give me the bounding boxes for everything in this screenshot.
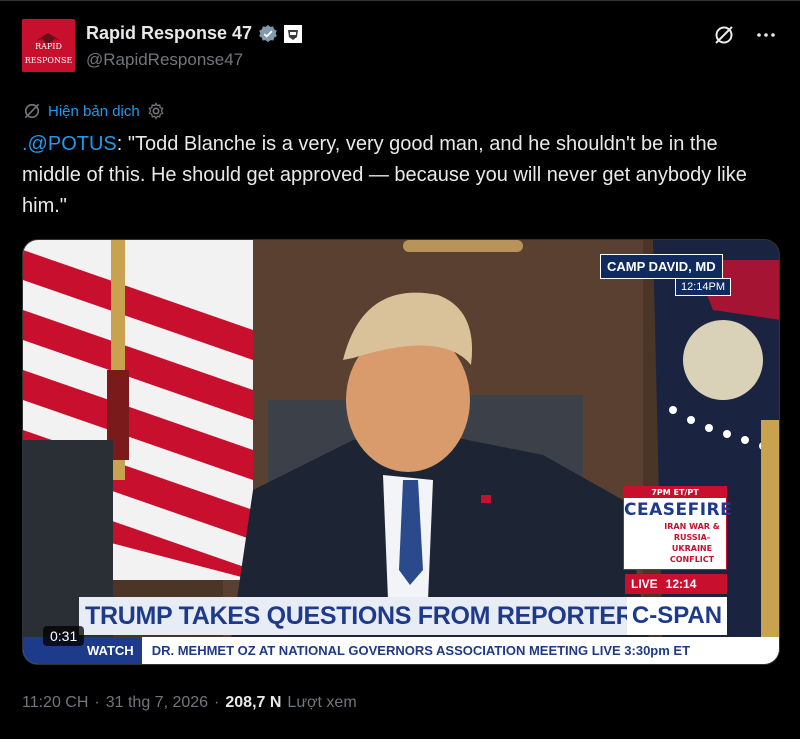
video-player[interactable]: CAMP DAVID, MD 12:14PM 7PM ET/PT CEASEFI… (22, 239, 780, 665)
translate-row: Hiện bản dịch (22, 101, 166, 121)
post-time[interactable]: 11:20 CH (22, 694, 88, 712)
author-name-row: Rapid Response 47 (86, 23, 303, 44)
views-count: 208,7 N (225, 694, 282, 711)
ticker-text: DR. MEHMET OZ AT NATIONAL GOVERNORS ASSO… (151, 643, 691, 658)
network-logo: C-SPAN (627, 597, 727, 635)
more-options-icon[interactable] (754, 23, 778, 47)
translate-icon (24, 103, 40, 119)
live-indicator: LIVE 12:14 (625, 574, 727, 594)
avatar[interactable]: RAPID RESPONSE (22, 19, 75, 72)
views-label: Lượt xem (287, 694, 357, 711)
time-badge: 12:14PM (675, 278, 732, 296)
verified-badge-icon[interactable] (258, 24, 278, 44)
post-text: .@POTUS: "Todd Blanche is a very, very g… (22, 129, 782, 222)
video-duration: 0:31 (43, 626, 85, 646)
author-handle[interactable]: @RapidResponse47 (86, 50, 243, 70)
header-actions (712, 23, 778, 47)
author-display-name[interactable]: Rapid Response 47 (86, 23, 252, 44)
ceasefire-title: CEASEFIRE (624, 500, 733, 520)
time-badge-value: 12:14 (681, 281, 709, 293)
avatar-line1: RAPID (35, 42, 62, 51)
post-meta: 11:20 CH · 31 thg 7, 2026 · 208,7 N Lượt… (22, 694, 357, 712)
time-badge-suffix: PM (708, 281, 726, 293)
ceasefire-top: 7PM ET/PT (624, 487, 726, 498)
meta-separator-2: · (214, 694, 220, 711)
ceasefire-graphic: 7PM ET/PT CEASEFIRE IRAN WAR & RUSSIA-UK… (623, 486, 733, 570)
meta-separator-1: · (94, 694, 100, 711)
affiliation-badge-icon[interactable] (284, 24, 303, 43)
post-date[interactable]: 31 thg 7, 2026 (106, 694, 208, 712)
gear-icon[interactable] (146, 101, 166, 121)
post-detail: RAPID RESPONSE Rapid Response 47 @RapidR… (0, 0, 800, 739)
live-label: LIVE (631, 577, 658, 591)
location-badge: CAMP DAVID, MD (600, 254, 723, 279)
headline-banner: TRUMP TAKES QUESTIONS FROM REPORTERS (79, 597, 627, 635)
ceasefire-subtitle: IRAN WAR & RUSSIA-UKRAINE CONFLICT (664, 522, 720, 564)
avatar-line2: RESPONSE (25, 56, 73, 65)
post-body: : "Todd Blanche is a very, very good man… (22, 133, 747, 217)
live-time: 12:14 (665, 577, 697, 591)
mention-link[interactable]: .@POTUS (22, 133, 117, 155)
grok-icon[interactable] (712, 23, 736, 47)
show-translation-link[interactable]: Hiện bản dịch (48, 103, 140, 120)
news-ticker: WATCH DR. MEHMET OZ AT NATIONAL GOVERNOR… (23, 637, 779, 664)
